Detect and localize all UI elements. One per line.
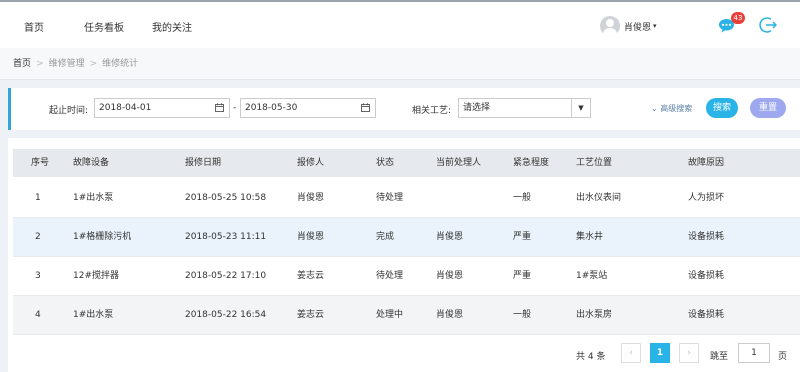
- cell-report-date: 2018-05-23 11:11: [185, 232, 267, 242]
- column-header-device: 故障设备: [73, 158, 110, 168]
- advanced-search-label: 高级搜索: [660, 104, 693, 113]
- column-header-index: 序号: [31, 158, 50, 168]
- breadcrumb-home[interactable]: 首页: [13, 59, 31, 69]
- cell-index: 2: [35, 232, 41, 242]
- filter-bar: 起止时间: 2018-04-01 - 2018-05-30 相关工艺: 请选择 …: [8, 88, 800, 130]
- breadcrumb-separator: >: [89, 59, 98, 69]
- cell-reporter: 肖俊恩: [297, 193, 325, 203]
- jump-page-input[interactable]: 1: [738, 343, 770, 363]
- column-header-handler: 当前处理人: [436, 158, 482, 168]
- breadcrumb-separator: >: [36, 59, 44, 69]
- start-date-value: 2018-04-01: [99, 103, 152, 113]
- column-header-report-date: 报修日期: [185, 158, 222, 168]
- column-header-reporter: 报修人: [297, 158, 325, 168]
- notification-badge: 43: [731, 12, 745, 24]
- breadcrumb-repair-management[interactable]: 维修管理: [49, 59, 85, 69]
- cell-cause: 设备损耗: [688, 271, 725, 281]
- page-unit-label: 页: [778, 352, 788, 362]
- caret-down-icon: ▾: [653, 22, 657, 30]
- end-date-input[interactable]: 2018-05-30: [240, 98, 376, 118]
- search-button[interactable]: 搜索: [706, 98, 738, 118]
- cell-report-date: 2018-05-25 10:58: [185, 193, 267, 203]
- cell-urgency: 严重: [513, 271, 532, 281]
- cell-handler: 肖俊恩: [436, 310, 464, 320]
- cell-reporter: 姜志云: [297, 310, 325, 320]
- cell-device: 1#出水泵: [73, 310, 114, 320]
- nav-item-my-follows[interactable]: 我的关注: [152, 19, 192, 34]
- cell-location: 集水井: [576, 232, 604, 242]
- table-row[interactable]: 4 1#出水泵 2018-05-22 16:54 姜志云 处理中 肖俊恩 一般 …: [13, 296, 800, 335]
- cell-report-date: 2018-05-22 16:54: [185, 310, 267, 320]
- cell-cause: 设备损耗: [688, 232, 725, 242]
- cell-index: 4: [35, 310, 41, 320]
- cell-location: 出水泵房: [576, 310, 613, 320]
- jump-to-label: 跳至: [710, 352, 729, 362]
- column-header-status: 状态: [376, 158, 395, 168]
- cell-reporter: 肖俊恩: [297, 232, 325, 242]
- table-row[interactable]: 3 12#搅拌器 2018-05-22 17:10 姜志云 待处理 肖俊恩 严重…: [13, 257, 800, 296]
- breadcrumb: 首页 > 维修管理 > 维修统计: [0, 48, 800, 80]
- cell-location: 出水仪表间: [576, 193, 622, 203]
- column-header-urgency: 紧急程度: [513, 158, 550, 168]
- breadcrumb-current: 维修统计: [102, 59, 139, 69]
- process-label: 相关工艺:: [412, 106, 452, 116]
- cell-cause: 设备损耗: [688, 310, 725, 320]
- next-page-button[interactable]: ›: [679, 343, 699, 363]
- cell-urgency: 一般: [513, 310, 532, 320]
- results-panel: 序号 故障设备 报修日期 报修人 状态 当前处理人 紧急程度 工艺位置 故障原因…: [8, 138, 800, 372]
- avatar: [600, 16, 620, 36]
- cell-status: 完成: [376, 232, 395, 242]
- pagination-total: 共 4 条: [576, 352, 606, 362]
- start-date-input[interactable]: 2018-04-01: [94, 98, 230, 118]
- column-header-cause: 故障原因: [688, 158, 725, 168]
- table-header: 序号 故障设备 报修日期 报修人 状态 当前处理人 紧急程度 工艺位置 故障原因: [13, 149, 800, 177]
- cell-index: 1: [35, 193, 41, 203]
- cell-location: 1#泵站: [576, 271, 608, 281]
- calendar-icon: [215, 103, 224, 112]
- cell-index: 3: [35, 271, 41, 281]
- prev-page-button[interactable]: ‹: [621, 343, 641, 363]
- nav-item-task-board[interactable]: 任务看板: [84, 19, 124, 34]
- cell-status: 待处理: [376, 193, 404, 203]
- top-nav: 首页 任务看板 我的关注 肖俊恩 ▾ 43: [0, 0, 800, 48]
- page-button-1[interactable]: 1: [650, 343, 670, 363]
- cell-device: 1#出水泵: [73, 193, 114, 203]
- advanced-search-toggle[interactable]: ⌄ 高级搜索: [651, 103, 692, 114]
- user-name: 肖俊恩: [624, 22, 652, 33]
- calendar-icon: [361, 103, 370, 112]
- table-row[interactable]: 2 1#格栅除污机 2018-05-23 11:11 肖俊恩 完成 肖俊恩 严重…: [13, 218, 800, 257]
- chevron-down-icon: ▼: [571, 99, 590, 117]
- process-select[interactable]: 请选择 ▼: [458, 98, 591, 118]
- user-menu[interactable]: 肖俊恩 ▾: [600, 15, 657, 37]
- chevron-down-icon: ⌄: [651, 104, 658, 113]
- cell-cause: 人为损坏: [688, 193, 725, 203]
- cell-urgency: 一般: [513, 193, 532, 203]
- date-range-dash: -: [233, 103, 237, 113]
- cell-status: 处理中: [376, 310, 404, 320]
- reset-button[interactable]: 重置: [750, 98, 786, 118]
- logout-icon[interactable]: [759, 16, 777, 34]
- table-row[interactable]: 1 1#出水泵 2018-05-25 10:58 肖俊恩 待处理 一般 出水仪表…: [13, 179, 800, 218]
- cell-urgency: 严重: [513, 232, 532, 242]
- process-select-value: 请选择: [463, 103, 491, 113]
- cell-reporter: 姜志云: [297, 271, 325, 281]
- date-range-label: 起止时间:: [49, 106, 89, 116]
- cell-device: 12#搅拌器: [73, 271, 119, 281]
- column-header-location: 工艺位置: [576, 158, 613, 168]
- cell-handler: 肖俊恩: [436, 271, 464, 281]
- end-date-value: 2018-05-30: [245, 103, 298, 113]
- cell-handler: 肖俊恩: [436, 232, 464, 242]
- cell-device: 1#格栅除污机: [73, 232, 132, 242]
- nav-item-home[interactable]: 首页: [24, 19, 44, 34]
- cell-report-date: 2018-05-22 17:10: [185, 271, 267, 281]
- cell-status: 待处理: [376, 271, 404, 281]
